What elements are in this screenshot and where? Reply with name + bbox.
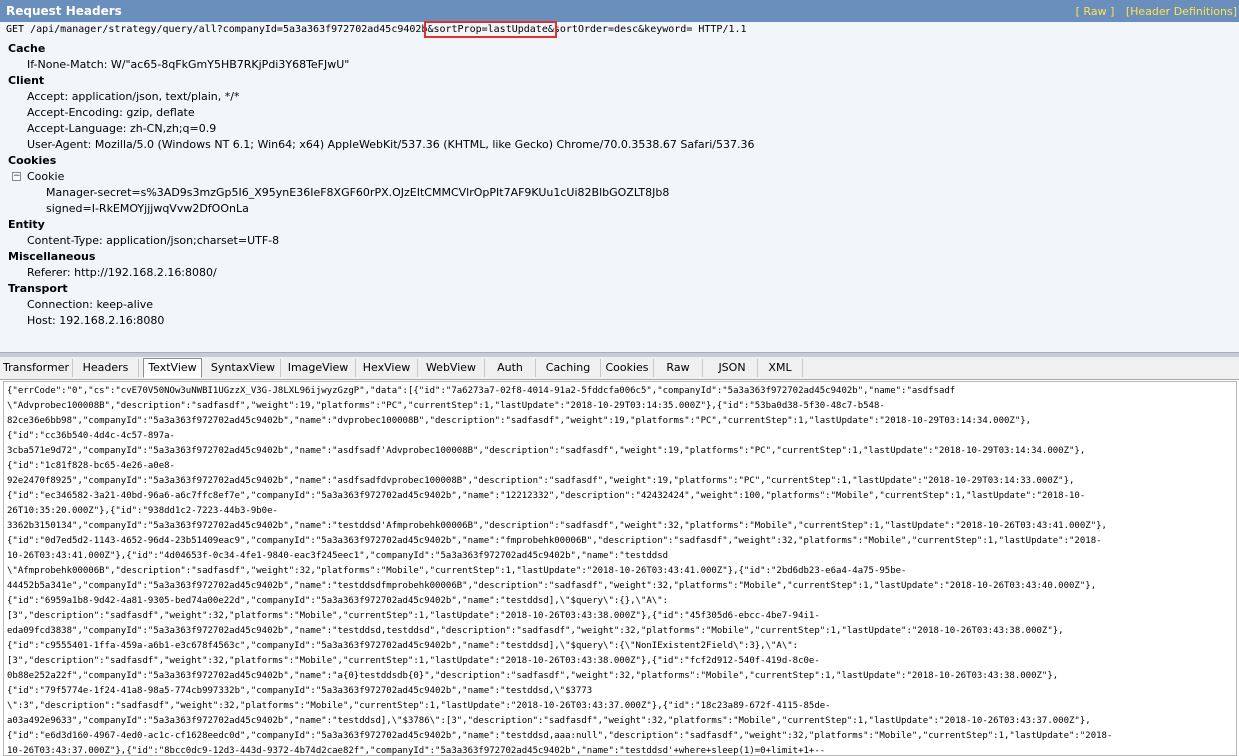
response-body-line: {"id":"c9555401-1ffa-459a-a6b1-e3c678f45… <box>7 641 799 651</box>
tab-json[interactable]: JSON <box>707 359 758 377</box>
header-definitions-link[interactable]: [Header Definitions] <box>1126 5 1237 18</box>
response-body-line: 3362b3150134","companyId":"5a3a363f97270… <box>7 521 1107 531</box>
response-body-line: {"id":"79f5774e-1f24-41a8-98a5-774cb9973… <box>7 686 593 696</box>
header-connection[interactable]: Connection: keep-alive <box>27 298 153 311</box>
response-body-line: {"id":"0d7ed5d2-1143-4652-96d4-23b51409e… <box>7 536 1102 546</box>
response-body-line: 10-26T03:43:37.000Z"},{"id":"8bcc0dc9-12… <box>7 746 826 756</box>
request-headers-panel: Request Headers [ Raw ] [Header Definiti… <box>0 0 1239 352</box>
response-body-line: 44452b5a341e","companyId":"5a3a363f97270… <box>7 581 1097 591</box>
response-body-line: eda09fcd3838","companyId":"5a3a363f97270… <box>7 626 1064 636</box>
header-if-none-match[interactable]: If-None-Match: W/"ac65-8qFkGmY5HB7RKjPdi… <box>27 58 349 71</box>
cookie-signed[interactable]: signed=I-RkEMOYjjjwqVvw2DfOOnLa <box>46 202 249 215</box>
response-body-line: a03a492e9633","companyId":"5a3a363f97270… <box>7 716 1091 726</box>
response-body-line: 82ce36e6bb98","companyId":"5a3a363f97270… <box>7 416 1032 426</box>
tab-xml[interactable]: XML <box>758 359 803 377</box>
header-accept[interactable]: Accept: application/json, text/plain, */… <box>27 90 239 103</box>
response-body-line: [3","description":"sadfasdf","weight":32… <box>7 611 820 621</box>
response-body-line: \"Advprobec100008B","description":"sadfa… <box>7 401 885 411</box>
request-line-url: GET /api/manager/strategy/query/all?comp… <box>6 24 428 35</box>
header-accept-language[interactable]: Accept-Language: zh-CN,zh;q=0.9 <box>27 122 216 135</box>
section-misc-title[interactable]: Miscellaneous <box>8 250 95 263</box>
tab-transformer[interactable]: Transformer <box>0 359 73 377</box>
header-user-agent[interactable]: User-Agent: Mozilla/5.0 (Windows NT 6.1;… <box>27 138 754 151</box>
request-headers-title: Request Headers <box>6 4 122 18</box>
response-body-line: {"id":"6959a1b8-9d42-4a81-9305-bed74a00e… <box>7 596 669 606</box>
tab-auth[interactable]: Auth <box>485 359 536 377</box>
section-cache-title[interactable]: Cache <box>8 42 45 55</box>
cookie-group-label[interactable]: Cookie <box>27 170 64 183</box>
response-body-line: [3","description":"sadfasdf","weight":32… <box>7 656 820 666</box>
collapse-toggle-icon[interactable]: − <box>12 172 21 181</box>
section-cookies-title[interactable]: Cookies <box>8 154 56 167</box>
section-transport-title[interactable]: Transport <box>8 282 68 295</box>
tab-raw[interactable]: Raw <box>654 359 703 377</box>
response-body-line: {"id":"1c81f828-bc65-4e26-a0e8- <box>7 461 175 471</box>
tab-imageview[interactable]: ImageView <box>281 359 356 377</box>
response-body-line: {"id":"e6d3d160-4967-4ed0-ac1c-cf1628eed… <box>7 731 1113 741</box>
response-body-text[interactable]: {"errCode":"0","cs":"cvE70V50NOw3uNWBI1U… <box>4 382 1236 756</box>
request-headers-titlebar: Request Headers [ Raw ] [Header Definiti… <box>0 0 1239 22</box>
tab-caching[interactable]: Caching <box>536 359 601 377</box>
response-body-textview[interactable]: {"errCode":"0","cs":"cvE70V50NOw3uNWBI1U… <box>3 381 1237 756</box>
header-links: [ Raw ] [Header Definitions] <box>1068 5 1237 18</box>
tab-hexview[interactable]: HexView <box>356 359 418 377</box>
response-body-line: \":3","description":"sadfasdf","weight":… <box>7 701 831 711</box>
tab-headers[interactable]: Headers <box>73 359 139 377</box>
header-host[interactable]: Host: 192.168.2.16:8080 <box>27 314 164 327</box>
response-body-line: \"Afmprobehk00006B","description":"sadfa… <box>7 566 907 576</box>
request-line-tail: sortOrder=desc&keyword= HTTP/1.1 <box>553 24 747 35</box>
section-client-title[interactable]: Client <box>8 74 44 87</box>
header-accept-encoding[interactable]: Accept-Encoding: gzip, deflate <box>27 106 195 119</box>
raw-link[interactable]: [ Raw ] <box>1076 5 1115 18</box>
response-body-line: {"id":"ec346582-3a21-40bd-96a6-a6c7ffc8e… <box>7 491 1086 501</box>
header-referer[interactable]: Referer: http://192.168.2.16:8080/ <box>27 266 217 279</box>
tab-syntaxview[interactable]: SyntaxView <box>206 359 281 377</box>
tab-textview[interactable]: TextView <box>143 358 202 378</box>
section-entity-title[interactable]: Entity <box>8 218 45 231</box>
tab-cookies[interactable]: Cookies <box>601 359 654 377</box>
response-body-line: 26T10:35:20.000Z"},{"id":"938dd1c2-7223-… <box>7 506 278 516</box>
request-line: GET /api/manager/strategy/query/all?comp… <box>6 21 747 38</box>
response-body-line: 3cba571e9d72","companyId":"5a3a363f97270… <box>7 446 1086 456</box>
highlighted-sort-param: &sortProp=lastUpdate& <box>424 21 557 38</box>
response-body-line: {"errCode":"0","cs":"cvE70V50NOw3uNWBI1U… <box>7 386 956 396</box>
tab-webview[interactable]: WebView <box>418 359 485 377</box>
cookie-manager-secret[interactable]: Manager-secret=s%3AD9s3mzGp5I6_X95ynE36I… <box>46 186 669 199</box>
response-tabbar: Transformer Headers TextView SyntaxView … <box>0 357 1239 380</box>
response-body-line: 0b88e252a22f","companyId":"5a3a363f97270… <box>7 671 1059 681</box>
response-body-line: 92e2470f8925","companyId":"5a3a363f97270… <box>7 476 1075 486</box>
response-body-line: 10-26T03:43:41.000Z"},{"id":"4d04653f-0c… <box>7 551 669 561</box>
response-body-line: {"id":"cc36b540-4d4c-4c57-897a- <box>7 431 175 441</box>
header-content-type[interactable]: Content-Type: application/json;charset=U… <box>27 234 279 247</box>
